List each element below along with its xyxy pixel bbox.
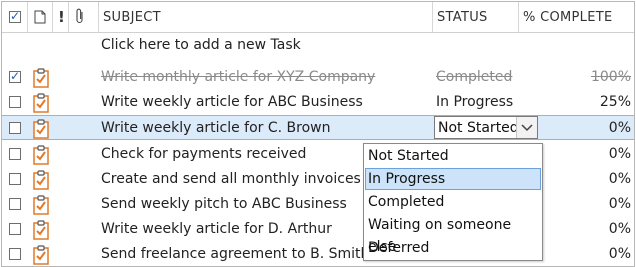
status-option[interactable]: Completed [365, 191, 541, 213]
task-clipboard-icon [33, 195, 49, 215]
task-percent-complete[interactable]: 0% [609, 221, 631, 237]
attachment-column-header[interactable] [69, 2, 99, 32]
status-option[interactable]: Not Started [365, 145, 541, 167]
complete-column-header-percent[interactable]: % COMPLETE [519, 2, 634, 32]
task-complete-checkbox[interactable] [9, 69, 21, 83]
task-percent-complete[interactable]: 0% [609, 171, 631, 187]
task-status[interactable]: Completed [436, 69, 512, 85]
task-percent-complete[interactable]: 0% [609, 196, 631, 212]
subject-column-header[interactable]: SUBJECT [99, 2, 433, 32]
task-clipboard-icon [33, 68, 49, 88]
column-header-row: ! SUBJECT STATUS % COMPLETE [2, 2, 634, 33]
importance-column-header[interactable]: ! [53, 2, 69, 32]
task-row[interactable]: Write weekly article for ABC Business In … [2, 90, 634, 115]
status-option[interactable]: Waiting on someone else [365, 214, 541, 255]
task-percent-complete[interactable]: 0% [609, 120, 631, 136]
importance-icon: ! [58, 8, 65, 26]
task-clipboard-icon [33, 93, 49, 113]
task-row[interactable]: Write weekly article for C. Brown Not Sta… [2, 115, 634, 140]
complete-header-label: % COMPLETE [523, 10, 613, 25]
task-list-view: ! SUBJECT STATUS % COMPLETE Click here t… [1, 1, 635, 267]
task-complete-checkbox[interactable] [9, 248, 21, 260]
task-subject[interactable]: Create and send all monthly invoices [101, 171, 361, 187]
task-subject[interactable]: Write weekly article for C. Brown [101, 120, 331, 136]
task-complete-checkbox[interactable] [9, 198, 21, 210]
document-icon [34, 10, 46, 24]
task-subject[interactable]: Send freelance agreement to B. Smith [101, 246, 369, 262]
icon-column-header[interactable] [28, 2, 53, 32]
task-status[interactable]: In Progress [436, 94, 513, 110]
task-subject[interactable]: Write weekly article for D. Arthur [101, 221, 332, 237]
task-percent-complete[interactable]: 0% [609, 146, 631, 162]
task-clipboard-icon [33, 170, 49, 190]
new-task-prompt[interactable]: Click here to add a new Task [101, 37, 301, 53]
task-complete-checkbox[interactable] [9, 122, 21, 134]
status-select[interactable]: Not Started [434, 116, 538, 139]
task-complete-checkbox[interactable] [9, 96, 21, 108]
status-dropdown-list[interactable]: Not Started In Progress Completed Waiting o… [363, 143, 543, 261]
task-percent-complete[interactable]: 0% [609, 246, 631, 262]
task-percent-complete[interactable]: 100% [591, 69, 631, 85]
task-clipboard-icon [33, 145, 49, 165]
attachment-icon [76, 8, 83, 24]
status-select-value: Not Started [438, 120, 519, 136]
status-option[interactable]: Deferred [365, 237, 541, 259]
task-complete-checkbox[interactable] [9, 223, 21, 235]
status-header-label: STATUS [437, 10, 488, 25]
task-complete-checkbox[interactable] [9, 148, 21, 160]
task-percent-complete[interactable]: 25% [600, 94, 631, 110]
task-clipboard-icon [33, 245, 49, 265]
checkbox-icon [9, 9, 21, 23]
task-subject[interactable]: Check for payments received [101, 146, 306, 162]
task-subject[interactable]: Send weekly pitch to ABC Business [101, 196, 347, 212]
task-clipboard-icon [33, 119, 49, 139]
task-subject[interactable]: Write weekly article for ABC Business [101, 94, 363, 110]
status-column-header[interactable]: STATUS [433, 2, 519, 32]
task-clipboard-icon [33, 220, 49, 240]
chevron-down-icon[interactable] [516, 117, 537, 138]
status-option[interactable]: In Progress [365, 168, 541, 190]
task-complete-checkbox[interactable] [9, 173, 21, 185]
task-row[interactable]: Write monthly article for XYZ Company Com… [2, 65, 634, 90]
task-subject[interactable]: Write monthly article for XYZ Company [101, 69, 375, 85]
subject-header-label: SUBJECT [103, 10, 161, 25]
complete-column-header[interactable] [2, 2, 28, 32]
